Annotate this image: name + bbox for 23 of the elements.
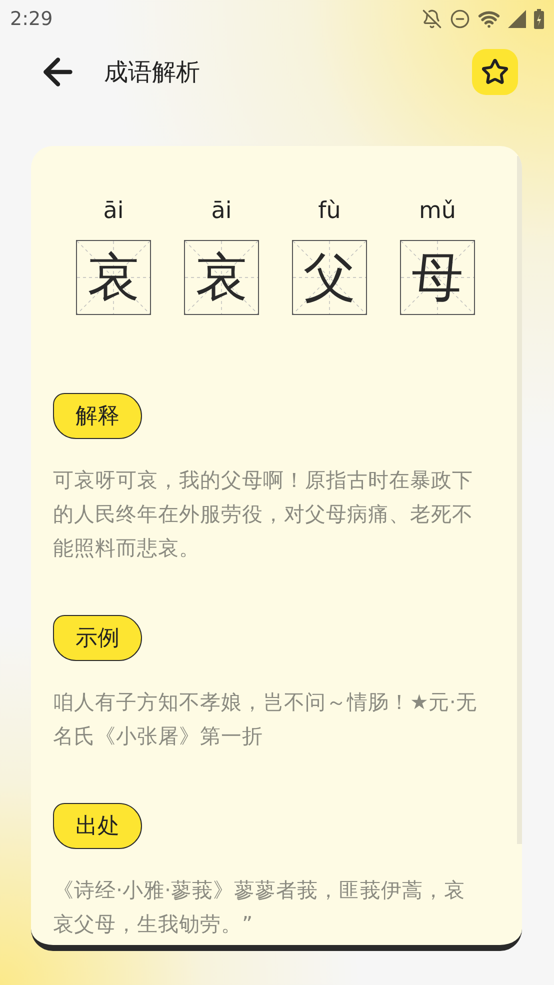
wifi-icon bbox=[478, 8, 500, 30]
battery-icon bbox=[534, 9, 544, 29]
favorite-button[interactable] bbox=[472, 49, 518, 95]
page-title: 成语解析 bbox=[104, 57, 201, 88]
section-text: 可哀呀可哀，我的父母啊！原指古时在暴政下的人民终年在外服劳役，对父母病痛、老死不能照料而悲哀。 bbox=[53, 467, 474, 562]
section-label: 出处 bbox=[53, 803, 142, 849]
status-time: 2:29 bbox=[10, 6, 53, 32]
pinyin: mǔ bbox=[419, 197, 456, 226]
pinyin: āi bbox=[211, 197, 232, 226]
character-grid-box: 父 bbox=[292, 240, 367, 315]
pinyin: āi bbox=[103, 197, 124, 226]
character-grid-box: 哀 bbox=[76, 240, 151, 315]
do-not-disturb-icon bbox=[450, 9, 470, 29]
section-label: 示例 bbox=[53, 615, 142, 661]
star-icon bbox=[481, 58, 509, 86]
pinyin: fù bbox=[318, 197, 341, 226]
signal-icon bbox=[508, 10, 526, 28]
character-grid-box: 哀 bbox=[184, 240, 259, 315]
section-label: 解释 bbox=[53, 393, 142, 439]
character-grid-box: 母 bbox=[400, 240, 475, 315]
section-text: 《诗经·小雅·蓼莪》蓼蓼者莪，匪莪伊蒿，哀哀父母，生我劬劳。” bbox=[53, 877, 466, 938]
notifications-off-icon bbox=[422, 9, 442, 29]
section-text: 咱人有子方知不孝娘，岂不问～情肠！★元·无名氏《小张屠》第一折 bbox=[53, 689, 477, 750]
